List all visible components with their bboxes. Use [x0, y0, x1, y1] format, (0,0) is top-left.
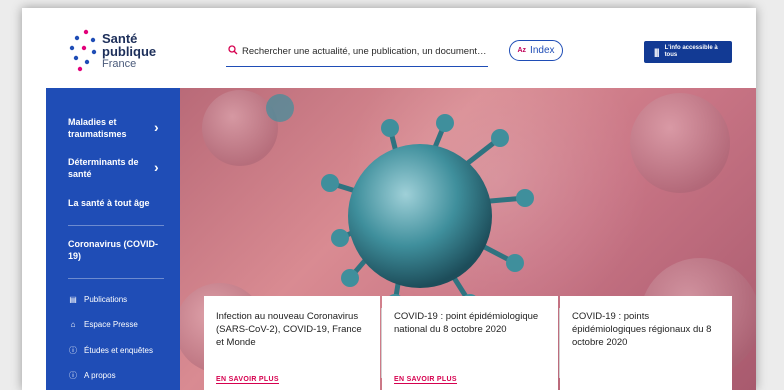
- chevron-right-icon[interactable]: ›: [154, 119, 159, 135]
- learn-more-link[interactable]: EN SAVOIR PLUS: [216, 376, 279, 384]
- sidebar-item-coronavirus[interactable]: Coronavirus (COVID-19): [68, 238, 164, 262]
- sidebar-link-a-propos[interactable]: ⓘ A propos: [68, 370, 116, 381]
- accessibility-label: L'info accessible à tous: [664, 45, 718, 58]
- card-title: COVID-19 : points épidémiologiques régio…: [572, 311, 712, 348]
- index-label: Index: [530, 45, 555, 56]
- az-icon: Az: [517, 47, 527, 54]
- sidebar-link-publications[interactable]: ▤ Publications: [68, 295, 127, 304]
- document-icon: ▤: [69, 295, 77, 304]
- sidebar-nav: Maladies et traumatismes › Déterminants …: [46, 88, 180, 390]
- news-card[interactable]: COVID-19 : points épidémiologiques régio…: [560, 296, 732, 390]
- card-title: Infection au nouveau Coronavirus (SARS-C…: [216, 311, 362, 348]
- accessibility-icon: |||: [654, 47, 659, 57]
- search-icon: [228, 45, 238, 55]
- logo-line-2: publique: [102, 44, 157, 59]
- chevron-right-icon[interactable]: ›: [154, 159, 159, 175]
- sidebar-link-label: Études et enquêtes: [84, 346, 153, 355]
- page: Santé publique France Rechercher une act…: [22, 8, 756, 390]
- info-icon: ⓘ: [69, 346, 77, 355]
- learn-more-link[interactable]: EN SAVOIR PLUS: [394, 376, 457, 384]
- sidebar-link-label: Publications: [84, 295, 128, 304]
- logo-dots-icon: [69, 29, 97, 72]
- sidebar-divider: [68, 225, 164, 226]
- news-card[interactable]: Infection au nouveau Coronavirus (SARS-C…: [204, 296, 380, 390]
- news-card[interactable]: COVID-19 : point épidémiologique nationa…: [382, 296, 558, 390]
- sidebar-item-determinants[interactable]: Déterminants de santé: [68, 156, 148, 180]
- logo-text: Santé publique France: [102, 32, 156, 71]
- accessibility-button[interactable]: ||| L'info accessible à tous: [644, 41, 732, 63]
- sidebar-link-label: Espace Presse: [84, 320, 138, 329]
- index-button[interactable]: Az Index: [509, 40, 563, 61]
- press-icon: ⌂: [70, 320, 76, 329]
- sidebar-item-maladies[interactable]: Maladies et traumatismes: [68, 116, 148, 140]
- search-bar[interactable]: Rechercher une actualité, une publicatio…: [226, 40, 488, 67]
- logo-line-3: France: [102, 58, 137, 70]
- sidebar-link-etudes[interactable]: ⓘ Études et enquêtes: [68, 345, 153, 356]
- info-icon: ⓘ: [69, 371, 77, 380]
- sidebar-link-label: A propos: [84, 371, 116, 380]
- search-input[interactable]: Rechercher une actualité, une publicatio…: [242, 46, 487, 57]
- sidebar-item-sante-age[interactable]: La santé à tout âge: [68, 197, 168, 209]
- sidebar-link-espace-presse[interactable]: ⌂ Espace Presse: [68, 320, 138, 329]
- sidebar-divider: [68, 278, 164, 279]
- site-logo[interactable]: Santé publique France: [66, 28, 186, 74]
- card-title: COVID-19 : point épidémiologique nationa…: [394, 311, 539, 335]
